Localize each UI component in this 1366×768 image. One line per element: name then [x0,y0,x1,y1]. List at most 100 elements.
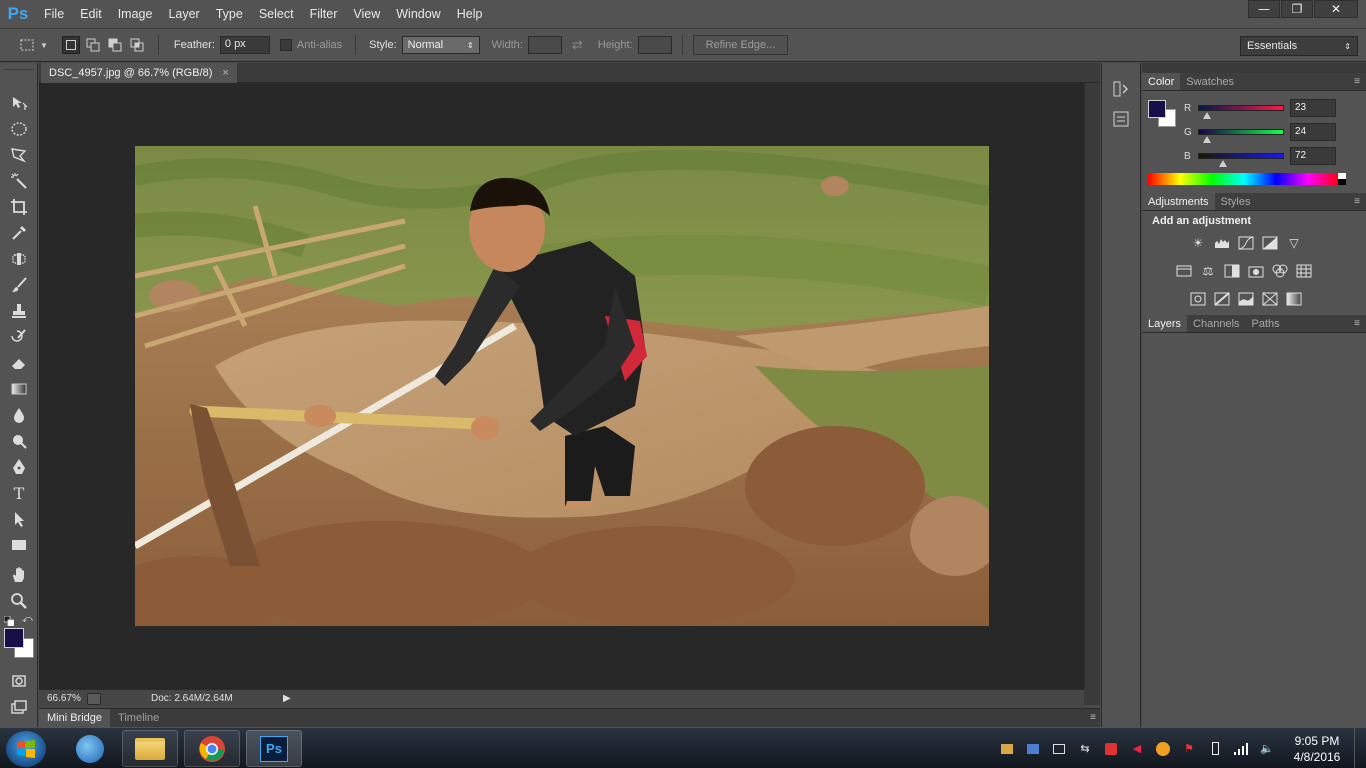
black-white-icon[interactable] [1223,263,1241,279]
tab-adjustments[interactable]: Adjustments [1142,193,1215,210]
vibrance-icon[interactable]: ▽ [1285,235,1303,251]
red-slider[interactable] [1198,105,1284,119]
menu-type[interactable]: Type [208,0,251,28]
vertical-scrollbar[interactable] [1084,83,1100,689]
posterize-icon[interactable] [1213,291,1231,307]
channel-mixer-icon[interactable] [1271,263,1289,279]
tray-box-icon[interactable] [998,741,1016,757]
tray-signal-icon[interactable] [1232,741,1250,757]
tab-styles[interactable]: Styles [1215,193,1257,210]
type-tool-icon[interactable]: T [0,480,38,506]
antialias-checkbox[interactable] [279,39,292,51]
zoom-level[interactable]: 66.67% [39,693,87,704]
white-black-ramp[interactable] [1338,173,1346,185]
color-lookup-icon[interactable] [1295,263,1313,279]
quick-mask-icon[interactable] [0,668,38,694]
style-select[interactable]: Normal ⇕ [401,36,480,54]
threshold-icon[interactable] [1237,291,1255,307]
gradient-tool-icon[interactable] [0,376,38,402]
foreground-color-swatch[interactable] [4,628,24,648]
pen-tool-icon[interactable] [0,454,38,480]
tray-speaker-app-icon[interactable]: ◀ [1128,741,1146,757]
tray-update-icon[interactable] [1154,741,1172,757]
invert-icon[interactable] [1189,291,1207,307]
taskbar-browser-app[interactable] [62,730,118,767]
minimize-button[interactable]: — [1248,0,1280,18]
blur-tool-icon[interactable] [0,402,38,428]
restore-button[interactable]: ❐ [1281,0,1313,18]
taskbar-photoshop[interactable]: Ps [246,730,302,767]
tab-mini-bridge[interactable]: Mini Bridge [39,709,111,728]
tab-timeline[interactable]: Timeline [110,709,167,728]
add-to-selection-icon[interactable] [84,36,102,54]
panel-menu-icon[interactable]: ≡ [1354,318,1360,329]
red-value-input[interactable]: 23 [1290,99,1336,117]
tab-paths[interactable]: Paths [1246,315,1286,332]
screen-mode-icon[interactable] [0,694,38,720]
elliptical-marquee-tool-icon[interactable] [0,116,38,142]
menu-window[interactable]: Window [388,0,448,28]
menu-layer[interactable]: Layer [160,0,207,28]
menu-select[interactable]: Select [251,0,302,28]
dodge-tool-icon[interactable] [0,428,38,454]
eraser-tool-icon[interactable] [0,350,38,376]
swap-dimensions-icon[interactable]: ⇄ [572,37,583,53]
menu-view[interactable]: View [345,0,388,28]
green-slider-thumb[interactable] [1202,136,1211,143]
magic-wand-tool-icon[interactable] [0,168,38,194]
color-spectrum-ramp[interactable] [1148,173,1340,185]
tray-window-icon[interactable] [1050,741,1068,757]
tab-swatches[interactable]: Swatches [1180,73,1240,90]
subtract-from-selection-icon[interactable] [106,36,124,54]
blue-value-input[interactable]: 72 [1290,147,1336,165]
clone-stamp-tool-icon[interactable] [0,298,38,324]
intersect-selection-icon[interactable] [128,36,146,54]
menu-edit[interactable]: Edit [72,0,110,28]
workspace-select[interactable]: Essentials ⇕ [1240,36,1358,56]
swap-colors-icon[interactable]: ⤺ [22,614,33,625]
width-input[interactable] [527,36,562,54]
color-balance-icon[interactable]: ⚖ [1199,263,1217,279]
blue-slider[interactable] [1198,153,1284,167]
preset-dropdown-icon[interactable]: ▼ [40,41,48,50]
hand-tool-icon[interactable] [0,562,38,588]
eyedropper-tool-icon[interactable] [0,220,38,246]
spot-healing-brush-tool-icon[interactable] [0,246,38,272]
tab-channels[interactable]: Channels [1187,315,1245,332]
blue-slider-thumb[interactable] [1218,160,1227,167]
properties-panel-icon[interactable] [1106,107,1136,131]
hue-saturation-icon[interactable] [1175,263,1193,279]
tab-color[interactable]: Color [1142,73,1181,90]
tray-flag-icon[interactable]: ⚑ [1180,741,1198,757]
polygonal-lasso-tool-icon[interactable] [0,142,38,168]
panel-foreground-swatch[interactable] [1148,100,1166,118]
rectangle-tool-icon[interactable] [0,532,38,558]
move-tool-icon[interactable] [0,90,38,116]
marquee-tool-preset-icon[interactable] [14,35,40,55]
green-value-input[interactable]: 24 [1290,123,1336,141]
taskbar-clock[interactable]: 9:05 PM 4/8/2016 [1280,733,1354,765]
proof-icon[interactable] [87,692,101,705]
tab-layers[interactable]: Layers [1142,315,1188,332]
document-photo[interactable] [135,146,989,626]
refine-edge-button[interactable]: Refine Edge... [692,35,789,55]
brush-tool-icon[interactable] [0,272,38,298]
crop-tool-icon[interactable] [0,194,38,220]
show-desktop-button[interactable] [1354,728,1366,768]
canvas-area[interactable] [39,83,1084,689]
tray-battery-icon[interactable] [1206,741,1224,757]
levels-icon[interactable] [1213,235,1231,251]
tray-volume-icon[interactable]: 🔈 [1258,741,1276,757]
curves-icon[interactable] [1237,235,1255,251]
menu-image[interactable]: Image [110,0,161,28]
panel-menu-icon[interactable]: ≡ [1354,76,1360,87]
history-brush-tool-icon[interactable] [0,324,38,350]
status-menu-arrow-icon[interactable]: ▶ [283,693,291,704]
taskbar-chrome[interactable] [184,730,240,767]
document-tab[interactable]: DSC_4957.jpg @ 66.7% (RGB/8) × [41,63,237,83]
green-slider[interactable] [1198,129,1284,143]
default-colors-icon[interactable] [3,615,15,627]
exposure-icon[interactable] [1261,235,1279,251]
tray-antivirus-icon[interactable] [1102,741,1120,757]
panel-menu-icon[interactable]: ≡ [1090,712,1096,723]
